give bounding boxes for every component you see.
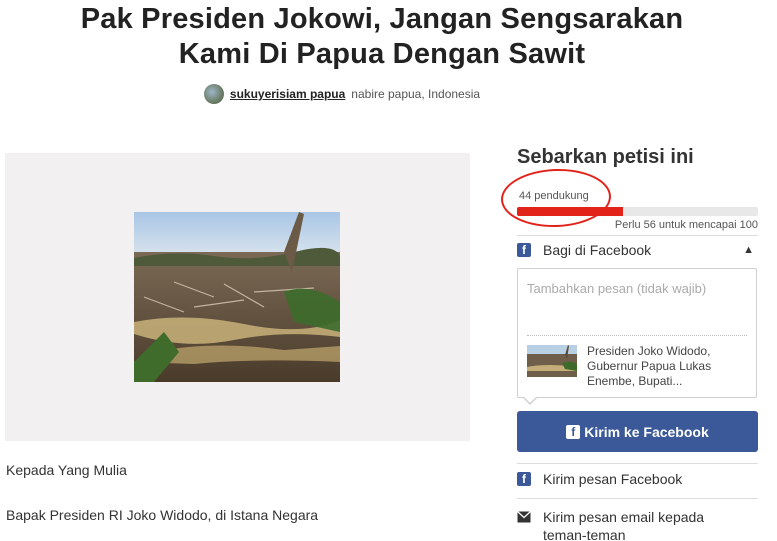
facebook-share-label: Bagi di Facebook	[543, 242, 652, 258]
email-share-button[interactable]: Kirim pesan email kepada teman-teman	[517, 508, 758, 541]
petition-title: Pak Presiden Jokowi, Jangan Sengsarakan …	[40, 2, 724, 72]
message-placeholder[interactable]: Tambahkan pesan (tidak wajib)	[527, 281, 706, 296]
petition-photo	[134, 212, 340, 382]
envelope-icon	[517, 511, 531, 523]
chevron-up-icon[interactable]: ▲	[743, 244, 754, 256]
divider	[517, 235, 758, 236]
avatar[interactable]	[203, 84, 224, 104]
facebook-icon: f	[517, 243, 531, 257]
divider	[517, 498, 758, 499]
petition-title-line2: Kami Di Papua Dengan Sawit	[178, 38, 586, 70]
facebook-icon: f	[517, 472, 531, 486]
author-location: nabire papua, Indonesia	[351, 87, 481, 101]
send-to-facebook-label: Kirim ke Facebook	[584, 423, 709, 440]
message-box-caret	[522, 396, 538, 405]
author-name-link[interactable]: sukuyerisiam papua	[230, 87, 345, 101]
facebook-share-toggle[interactable]: f Bagi di Facebook ▲	[517, 242, 758, 258]
petition-body-line: Bapak Presiden RI Joko Widodo, di Istana…	[6, 507, 319, 523]
petition-title-line1: Pak Presiden Jokowi, Jangan Sengsarakan	[80, 3, 684, 35]
divider	[527, 335, 747, 336]
author-row: sukuyerisiam papua nabire papua, Indones…	[0, 84, 764, 104]
preview-thumbnail	[527, 345, 577, 377]
petition-body-line: Kepada Yang Mulia	[6, 462, 127, 478]
share-heading: Sebarkan petisi ini	[517, 146, 694, 168]
facebook-icon: f	[566, 424, 581, 439]
facebook-message-button[interactable]: f Kirim pesan Facebook	[517, 471, 758, 487]
send-to-facebook-button[interactable]: f Kirim ke Facebook	[517, 411, 758, 452]
email-share-label: Kirim pesan email kepada teman-teman	[543, 509, 705, 541]
facebook-message-box[interactable]: Tambahkan pesan (tidak wajib) Presiden J…	[517, 268, 757, 398]
facebook-message-label: Kirim pesan Facebook	[543, 471, 683, 487]
preview-text: Presiden Joko Widodo, Gubernur Papua Luk…	[587, 344, 712, 388]
divider	[517, 463, 758, 464]
